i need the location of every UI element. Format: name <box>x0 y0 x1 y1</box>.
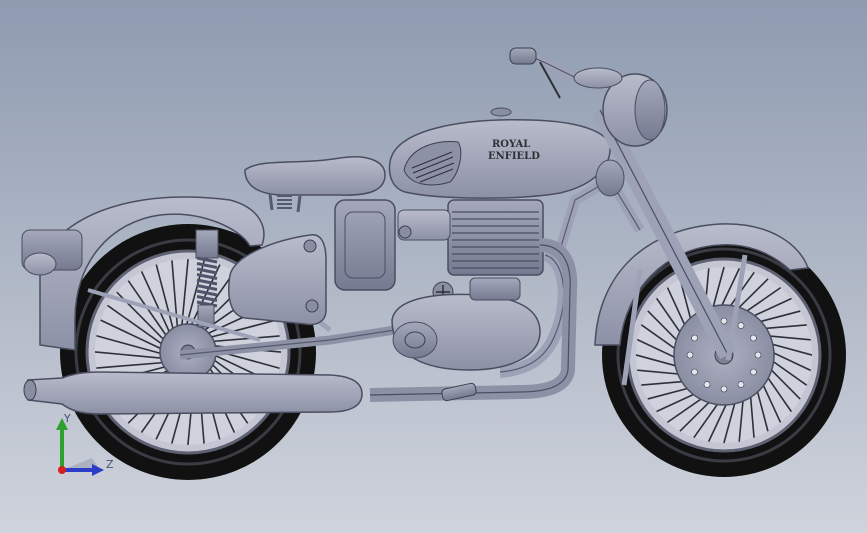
silencer <box>27 371 363 415</box>
fuel-cap <box>490 107 512 117</box>
fuel-tank[interactable]: ROYAL ENFIELD <box>388 107 611 199</box>
x-axis-dot <box>58 466 66 474</box>
cylinder-head <box>447 199 544 276</box>
z-axis-label: Z <box>106 458 114 471</box>
horn <box>595 159 625 197</box>
clutch-cover <box>392 321 438 359</box>
speedometer-housing <box>573 67 623 89</box>
view-orientation-triad[interactable]: Y Z <box>48 410 118 480</box>
graphics-viewport[interactable]: ROYAL ENFIELD Y Z <box>0 0 867 533</box>
tail-light <box>23 252 57 276</box>
grip <box>509 47 537 65</box>
tank-logo-line2: ENFIELD <box>488 151 540 162</box>
z-axis-arrowhead <box>92 464 104 476</box>
motorcycle-model[interactable]: ROYAL ENFIELD <box>0 0 867 533</box>
tank-logo-line1: ROYAL <box>492 139 530 150</box>
engine[interactable] <box>391 199 544 371</box>
air-filter-box <box>334 199 396 291</box>
handlebar[interactable] <box>509 47 623 99</box>
y-axis-label: Y <box>63 412 71 425</box>
